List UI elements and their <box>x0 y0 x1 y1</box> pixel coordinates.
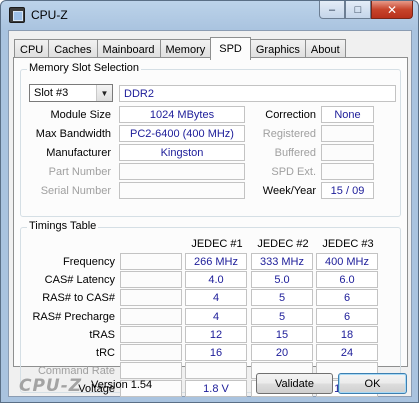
tab-strip: CPU Caches Mainboard Memory SPD Graphics… <box>14 37 346 60</box>
chevron-down-icon[interactable]: ▼ <box>96 85 112 101</box>
manufacturer-value: Kingston <box>119 144 245 161</box>
max-bandwidth-label: Max Bandwidth <box>35 128 111 140</box>
timing-cell: 6 <box>316 289 378 306</box>
timing-row-label: RAS# Precharge <box>32 311 115 323</box>
timing-cell: 18 <box>316 326 378 343</box>
timing-cell: 12 <box>185 326 247 343</box>
timing-row-label: tRC <box>96 347 115 359</box>
timing-row-unused-cell <box>120 344 182 361</box>
correction-label: Correction <box>265 109 316 121</box>
column-header: JEDEC #2 <box>257 238 309 250</box>
timing-row-label: tRAS <box>89 329 115 341</box>
minimize-button[interactable]: – <box>319 1 345 19</box>
ok-button[interactable]: OK <box>338 373 407 394</box>
caption-buttons: – □ ✕ <box>319 1 413 19</box>
timing-cell: 4.0 <box>185 271 247 288</box>
timing-row-label: RAS# to CAS# <box>42 292 115 304</box>
week-year-label: Week/Year <box>262 185 316 197</box>
slot-select-value: Slot #3 <box>34 87 69 99</box>
timing-cell: 266 MHz <box>185 253 247 270</box>
timing-cell: 20 <box>251 344 313 361</box>
timing-row-unused-cell <box>120 308 182 325</box>
slot-select[interactable]: Slot #3 ▼ <box>29 84 113 102</box>
spd-ext-value <box>321 163 374 180</box>
part-number-value <box>119 163 245 180</box>
serial-number-value <box>119 182 245 199</box>
timing-row-unused-cell <box>120 253 182 270</box>
tab-mainboard[interactable]: Mainboard <box>96 39 161 59</box>
max-bandwidth-value: PC2-6400 (400 MHz) <box>119 125 245 142</box>
validate-button[interactable]: Validate <box>256 373 333 394</box>
week-year-value: 15 / 09 <box>321 182 374 199</box>
timing-cell: 1.8 V <box>185 380 247 397</box>
cpuz-window: CPU-Z – □ ✕ CPU Caches Mainboard Memory … <box>0 0 419 403</box>
registered-value <box>321 125 374 142</box>
memory-slot-group: Memory Slot Selection Slot #3 ▼ DDR2 Mod… <box>20 62 401 217</box>
correction-value: None <box>321 106 374 123</box>
cpuz-logo: CPU-Z <box>19 376 83 396</box>
timing-row-unused-cell <box>120 362 182 379</box>
client-area: CPU Caches Mainboard Memory SPD Graphics… <box>8 30 412 397</box>
close-button[interactable]: ✕ <box>371 1 413 19</box>
timing-row-label: Frequency <box>63 256 115 268</box>
tab-cpu[interactable]: CPU <box>14 39 50 59</box>
timing-cell: 5.0 <box>251 271 313 288</box>
serial-number-label: Serial Number <box>40 185 111 197</box>
module-size-value: 1024 MBytes <box>119 106 245 123</box>
cpuz-app-icon <box>9 7 25 23</box>
tab-about[interactable]: About <box>304 39 346 59</box>
timing-row-unused-cell <box>120 326 182 343</box>
tab-spd[interactable]: SPD <box>210 37 251 60</box>
timing-cell: 4 <box>185 289 247 306</box>
timing-cell: 6.0 <box>316 271 378 288</box>
timing-row-label: CAS# Latency <box>44 274 115 286</box>
timing-cell: 24 <box>316 344 378 361</box>
spd-tab-panel: Memory Slot Selection Slot #3 ▼ DDR2 Mod… <box>13 57 408 397</box>
timing-cell <box>185 362 247 379</box>
buffered-value <box>321 144 374 161</box>
timing-cell: 333 MHz <box>251 253 313 270</box>
maximize-button[interactable]: □ <box>345 1 371 19</box>
timing-cell: 6 <box>316 308 378 325</box>
buffered-label: Buffered <box>274 147 316 159</box>
tab-memory[interactable]: Memory <box>159 39 212 59</box>
tab-caches[interactable]: Caches <box>48 39 98 59</box>
timing-cell: 5 <box>251 289 313 306</box>
timing-row-unused-cell <box>120 289 182 306</box>
timings-group: Timings Table JEDEC #1 JEDEC #2 JEDEC #3… <box>20 220 401 397</box>
timing-cell: 4 <box>185 308 247 325</box>
timing-cell: 16 <box>185 344 247 361</box>
column-header: JEDEC #1 <box>191 238 243 250</box>
window-title: CPU-Z <box>31 8 68 22</box>
module-size-label: Module Size <box>50 109 111 121</box>
timing-cell: 5 <box>251 308 313 325</box>
timings-legend: Timings Table <box>27 220 99 232</box>
memory-slot-legend: Memory Slot Selection <box>27 62 142 74</box>
timing-cell: 400 MHz <box>316 253 378 270</box>
timing-row-unused-cell <box>120 271 182 288</box>
memory-type-value: DDR2 <box>119 85 396 102</box>
registered-label: Registered <box>262 128 316 140</box>
spd-ext-label: SPD Ext. <box>271 166 316 178</box>
title-bar[interactable]: CPU-Z – □ ✕ <box>1 1 418 29</box>
timing-cell: 15 <box>251 326 313 343</box>
tab-graphics[interactable]: Graphics <box>249 39 306 59</box>
column-header: JEDEC #3 <box>322 238 374 250</box>
part-number-label: Part Number <box>48 166 111 178</box>
manufacturer-label: Manufacturer <box>46 147 111 159</box>
version-text: Version 1.54 <box>91 379 153 391</box>
